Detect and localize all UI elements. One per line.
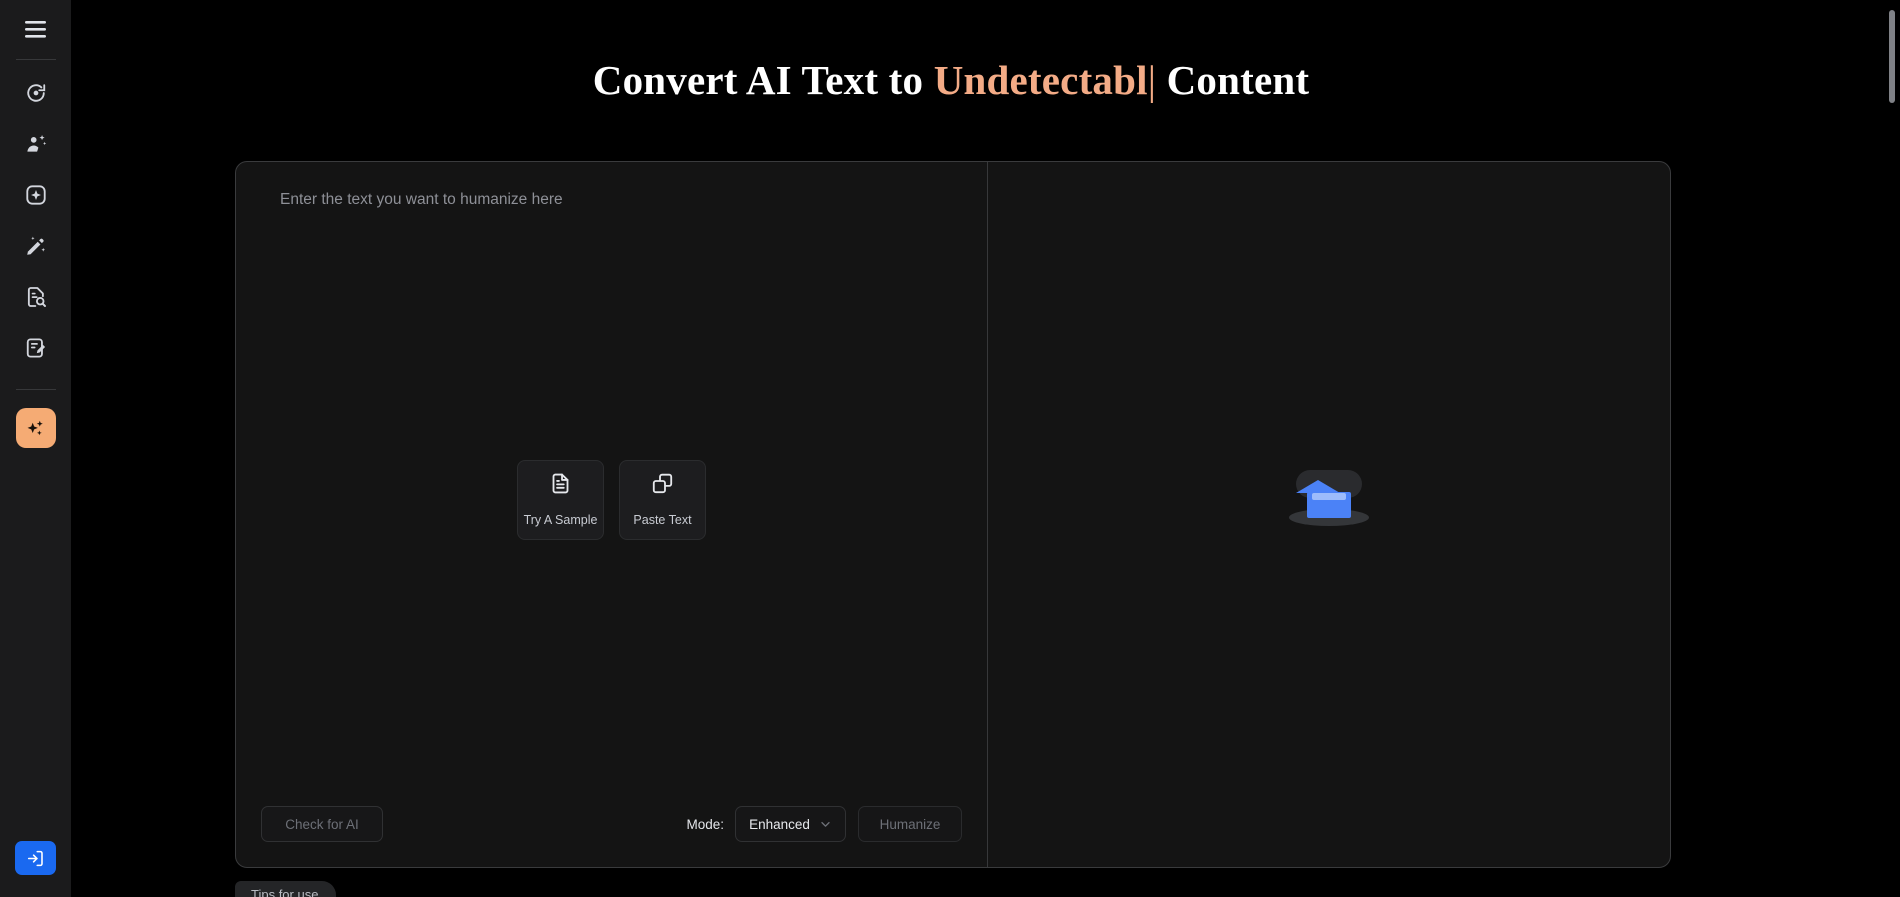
sidebar-item-ai-detector-history[interactable]: [15, 72, 57, 114]
hamburger-menu-icon[interactable]: [15, 8, 57, 50]
main-content: Convert AI Text to Undetectabl| Content …: [71, 0, 1900, 897]
paste-text-label: Paste Text: [633, 513, 692, 527]
sidebar-divider-top: [15, 59, 56, 60]
mode-select[interactable]: Enhanced: [735, 806, 846, 842]
empty-box-icon: [1286, 464, 1372, 536]
sidebar-nav-list: [15, 72, 57, 369]
file-text-icon: [549, 472, 572, 500]
tips-for-use-tab[interactable]: Tips for use: [235, 881, 337, 897]
sidebar-item-plagiarism-checker[interactable]: [15, 276, 57, 318]
workspace-panel: Enter the text you want to humanize here: [235, 161, 1671, 868]
page-title-suffix: Content: [1156, 57, 1310, 103]
sidebar-item-ai-humanizer[interactable]: [15, 123, 57, 165]
check-for-ai-button[interactable]: Check for AI: [261, 806, 383, 842]
empty-box-flap: [1312, 492, 1346, 500]
page-title: Convert AI Text to Undetectabl| Content: [71, 56, 1831, 104]
output-pane: [988, 162, 1670, 867]
input-pane[interactable]: Enter the text you want to humanize here: [236, 162, 988, 867]
app-root: Convert AI Text to Undetectabl| Content …: [0, 0, 1900, 897]
mode-selected-value: Enhanced: [749, 816, 810, 832]
mode-label: Mode:: [686, 816, 724, 832]
empty-box-lid: [1296, 479, 1340, 493]
sidebar-item-humanize-ai-text[interactable]: [15, 408, 56, 448]
sidebar: [0, 0, 71, 897]
output-empty-state: [988, 162, 1670, 867]
try-a-sample-button[interactable]: Try A Sample: [517, 459, 604, 540]
humanize-button[interactable]: Humanize: [858, 806, 962, 842]
page-title-accent: Undetectabl: [933, 57, 1148, 103]
page-title-prefix: Convert AI Text to: [592, 57, 934, 103]
sidebar-item-new-document[interactable]: [15, 174, 57, 216]
sidebar-item-paraphraser[interactable]: [15, 327, 57, 369]
sidebar-divider-bottom: [15, 389, 56, 390]
copy-paste-icon: [651, 472, 674, 500]
try-a-sample-label: Try A Sample: [523, 513, 598, 527]
mode-group: Mode: Enhanced: [686, 806, 846, 842]
editor-toolbar: Check for AI Mode: Enhanced Humanize: [236, 805, 987, 843]
login-icon[interactable]: [15, 841, 56, 875]
quick-actions-group: Try A Sample Paste Text: [236, 162, 987, 867]
chevron-down-icon: [819, 818, 832, 831]
sidebar-item-ai-writer[interactable]: [15, 225, 57, 267]
page-title-caret: |: [1147, 57, 1157, 103]
page-scrollbar-thumb[interactable]: [1889, 10, 1895, 103]
paste-text-button[interactable]: Paste Text: [619, 459, 706, 540]
page-scrollbar-track[interactable]: [1889, 0, 1898, 897]
